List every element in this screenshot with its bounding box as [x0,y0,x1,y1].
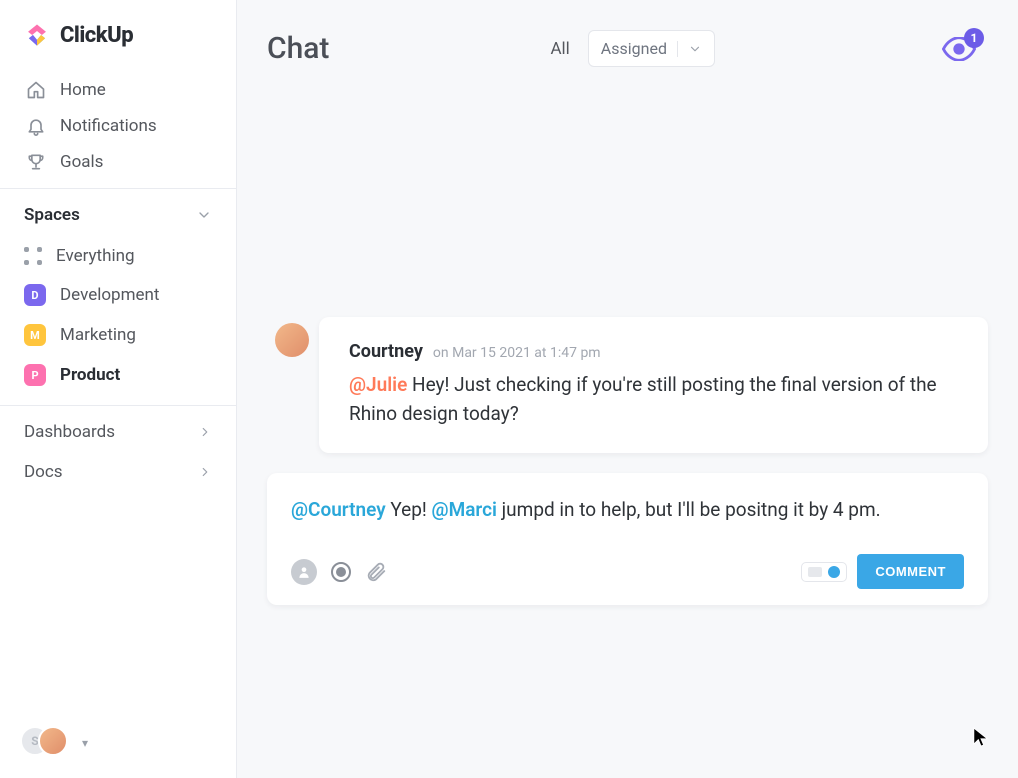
space-marketing[interactable]: M Marketing [8,315,228,355]
primary-nav: Home Notifications Goals [0,66,236,188]
attachment-icon[interactable] [365,561,387,583]
nav-goals[interactable]: Goals [10,144,226,180]
chat-header: Chat All Assigned 1 [237,0,1018,77]
message-text: Hey! Just checking if you're still posti… [349,373,937,425]
space-badge-icon: M [24,324,46,346]
space-list: Everything D Development M Marketing P P… [0,235,236,405]
trophy-icon [26,152,46,172]
watchers-count: 1 [964,28,984,48]
nav-docs-label: Docs [24,462,63,482]
chat-area: Courtney on Mar 15 2021 at 1:47 pm @Juli… [237,77,1018,778]
space-development[interactable]: D Development [8,275,228,315]
nav-goals-label: Goals [60,152,103,172]
main-pane: Chat All Assigned 1 [237,0,1018,778]
separator [677,41,678,57]
mention[interactable]: @Marci [432,498,497,521]
composer-text-1: Yep! [386,498,432,521]
chevron-right-icon [198,465,212,479]
brand-logo[interactable]: ClickUp [0,0,236,66]
workspace-switcher[interactable]: S [20,726,74,760]
comment-button[interactable]: COMMENT [857,554,964,589]
nav-dashboards[interactable]: Dashboards [0,405,236,458]
page-title: Chat [267,31,329,66]
chevron-right-icon [198,425,212,439]
user-avatar [38,726,68,756]
compact-toggle[interactable] [801,562,847,582]
mention[interactable]: @Julie [349,373,407,396]
composer-text-2: jumpd in to help, but I'll be positng it… [497,498,881,521]
space-label: Development [60,285,159,305]
space-everything[interactable]: Everything [8,237,228,275]
sidebar-footer: S ▾ [0,716,236,778]
composer-tools [291,559,387,585]
assigned-dropdown[interactable]: Assigned [588,30,715,67]
nav-notifications[interactable]: Notifications [10,108,226,144]
space-product[interactable]: P Product [8,355,228,395]
chevron-down-icon [196,207,212,223]
grid-icon [24,247,42,265]
assign-icon[interactable] [291,559,317,585]
spaces-header[interactable]: Spaces [0,189,236,235]
mention[interactable]: @Courtney [291,498,386,521]
caret-down-icon[interactable]: ▾ [82,736,88,750]
composer-input[interactable]: @Courtney Yep! @Marci jumpd in to help, … [291,495,964,524]
message-author: Courtney [349,341,423,362]
comment-composer: @Courtney Yep! @Marci jumpd in to help, … [267,473,988,605]
space-everything-label: Everything [56,246,135,266]
header-controls: All Assigned [550,30,715,67]
nav-docs[interactable]: Docs [0,458,236,498]
assigned-label: Assigned [601,39,667,58]
space-label: Product [60,365,120,385]
spaces-header-label: Spaces [24,205,80,225]
message-body: @Julie Hey! Just checking if you're stil… [349,370,958,429]
chevron-down-icon [688,42,702,56]
space-badge-icon: P [24,364,46,386]
bell-icon [26,116,46,136]
nav-dashboards-label: Dashboards [24,422,115,442]
record-icon[interactable] [331,562,351,582]
nav-home[interactable]: Home [10,72,226,108]
sidebar: ClickUp Home Notifications Goals [0,0,237,778]
watchers-button[interactable]: 1 [936,32,982,66]
brand-name: ClickUp [60,23,133,48]
message-timestamp: on Mar 15 2021 at 1:47 pm [433,345,601,361]
nav-home-label: Home [60,80,106,100]
nav-notifications-label: Notifications [60,116,157,136]
space-label: Marketing [60,325,136,345]
filter-all[interactable]: All [550,39,569,59]
author-avatar [275,323,309,357]
home-icon [26,80,46,100]
clickup-logo-icon [24,22,50,48]
space-badge-icon: D [24,284,46,306]
chat-message[interactable]: Courtney on Mar 15 2021 at 1:47 pm @Juli… [319,317,988,453]
